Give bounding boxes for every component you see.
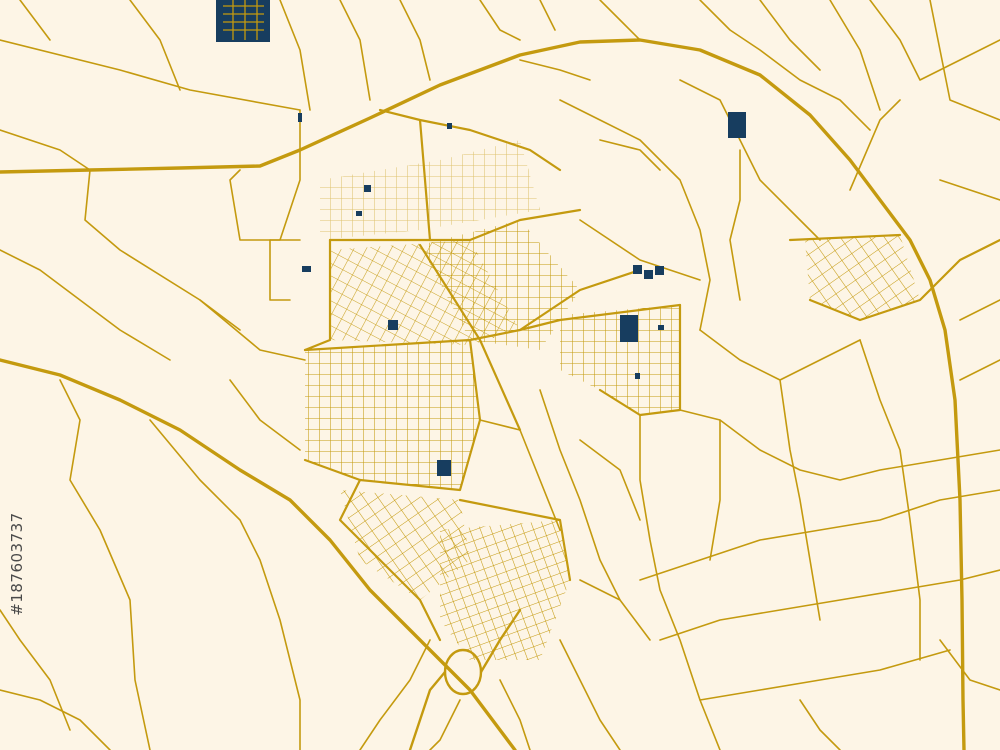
building-solar-block xyxy=(216,0,270,42)
stock-image-id: #187603737 xyxy=(8,512,26,616)
city-street-map: #187603737 xyxy=(0,0,1000,750)
